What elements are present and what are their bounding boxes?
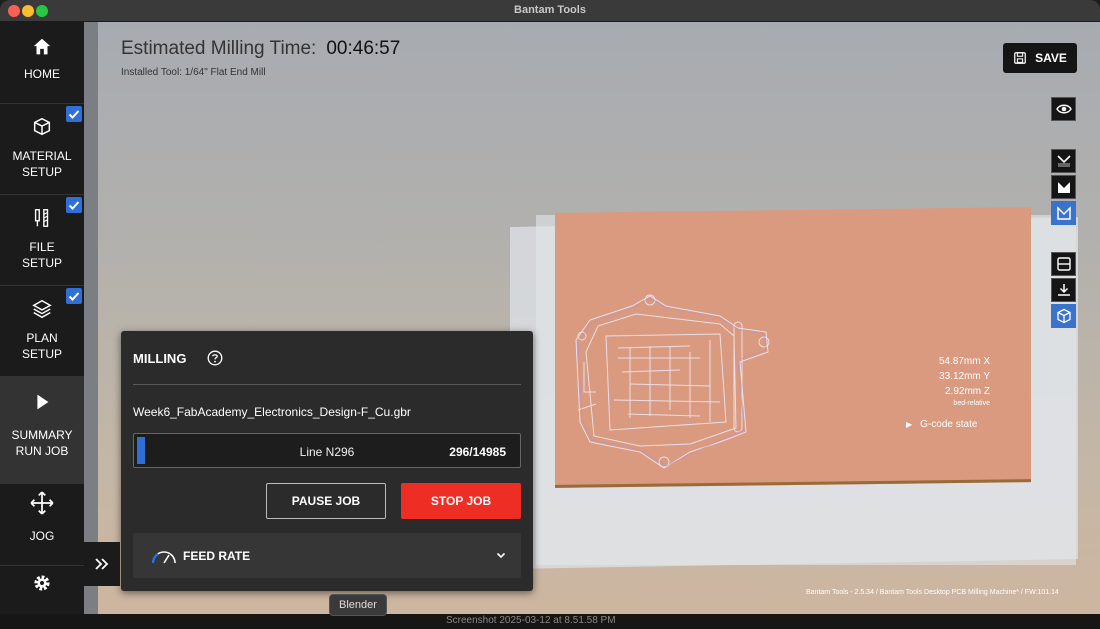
position-readout: 54.87mm X 33.12mm Y 2.92mm Z bed-relativ… bbox=[900, 354, 990, 409]
sidebar-item-label: FILE bbox=[29, 240, 55, 254]
sidebar-item-label: SUMMARY bbox=[11, 428, 73, 442]
coord-z: 2.92mm Z bbox=[944, 386, 990, 397]
pause-job-button[interactable]: PAUSE JOB bbox=[266, 483, 386, 519]
estimate-label: Estimated Milling Time: bbox=[121, 38, 317, 59]
check-icon bbox=[66, 106, 82, 122]
sidebar-item-label: SETUP bbox=[21, 256, 62, 270]
sidebar-item-settings[interactable] bbox=[0, 566, 84, 614]
check-icon bbox=[66, 288, 82, 304]
sidebar-item-label: PLAN bbox=[26, 331, 58, 345]
toolpath-mid-icon bbox=[1057, 182, 1070, 193]
pcb-toolpath bbox=[575, 294, 770, 469]
tool-bits-icon bbox=[34, 209, 49, 227]
milling-panel: MILLING Week6_FabAcademy_Electronics_Des… bbox=[121, 331, 533, 591]
double-chevron-right-icon bbox=[95, 558, 109, 570]
sidebar-item-label: MATERIAL bbox=[12, 149, 72, 163]
sidebar-item-file-setup[interactable]: FILE SETUP bbox=[0, 195, 84, 286]
dock-tooltip: Blender bbox=[329, 594, 387, 616]
app-window: Bantam Tools HOME MATERIAL SETUP FILE SE… bbox=[0, 0, 1100, 614]
gear-icon bbox=[34, 575, 50, 591]
panel-title: MILLING bbox=[133, 351, 187, 366]
feed-rate-label: FEED RATE bbox=[183, 549, 251, 563]
gcode-state-toggle[interactable]: ▶ G-code state bbox=[906, 419, 977, 430]
view-top-button[interactable] bbox=[1051, 278, 1076, 302]
help-icon[interactable] bbox=[207, 350, 223, 366]
save-label: SAVE bbox=[1035, 51, 1067, 65]
sidebar-item-plan-setup[interactable]: PLAN SETUP bbox=[0, 286, 84, 377]
coord-x: 54.87mm X bbox=[938, 356, 990, 367]
eye-icon bbox=[1055, 104, 1072, 114]
sidebar: HOME MATERIAL SETUP FILE SETUP PLAN SETU… bbox=[0, 22, 84, 614]
move-arrows-icon bbox=[30, 491, 54, 515]
triangle-right-icon: ▶ bbox=[906, 420, 913, 429]
view-toolpath-mid-button[interactable] bbox=[1051, 175, 1076, 199]
check-icon bbox=[66, 197, 82, 213]
sidebar-item-label: SETUP bbox=[21, 165, 62, 179]
visibility-toggle-button[interactable] bbox=[1051, 97, 1076, 121]
sidebar-item-label: JOG bbox=[29, 529, 55, 543]
toolpath-all-icon bbox=[1056, 206, 1071, 220]
toolpath-top-icon bbox=[1056, 155, 1071, 167]
feed-rate-section[interactable]: FEED RATE bbox=[133, 533, 521, 578]
download-view-icon bbox=[1057, 284, 1070, 296]
coord-y: 33.12mm Y bbox=[939, 371, 990, 382]
speedometer-icon bbox=[151, 551, 176, 564]
progress-count: 296/14985 bbox=[449, 445, 506, 459]
expand-panel-button[interactable] bbox=[84, 542, 120, 586]
sidebar-item-label: RUN JOB bbox=[15, 444, 69, 458]
gcode-state-label: G-code state bbox=[920, 419, 978, 430]
material-icon bbox=[33, 117, 51, 136]
chevron-down-icon bbox=[496, 552, 506, 559]
stop-job-button[interactable]: STOP JOB bbox=[401, 483, 521, 519]
panel-divider bbox=[133, 384, 521, 385]
sidebar-item-label: SETUP bbox=[21, 347, 62, 361]
version-footer: Bantam Tools - 2.5.34 / Bantam Tools Des… bbox=[806, 589, 1059, 596]
sidebar-item-home[interactable]: HOME bbox=[0, 22, 84, 104]
installed-tool: Installed Tool: 1/64" Flat End Mill bbox=[121, 67, 266, 78]
view-front-button[interactable] bbox=[1051, 252, 1076, 276]
sidebar-item-jog[interactable]: JOG bbox=[0, 484, 84, 566]
sidebar-item-label: HOME bbox=[24, 67, 60, 81]
view-toolpath-top-button[interactable] bbox=[1051, 149, 1076, 173]
window-title: Bantam Tools bbox=[514, 4, 586, 16]
floppy-disk-icon bbox=[1014, 52, 1026, 64]
cube-icon bbox=[1056, 308, 1071, 324]
save-button[interactable]: SAVE bbox=[1003, 43, 1077, 73]
estimated-milling-time: Estimated Milling Time: 00:46:57 bbox=[121, 38, 400, 60]
estimate-value: 00:46:57 bbox=[326, 38, 401, 59]
coord-note: bed-relative bbox=[953, 400, 990, 407]
stack-icon bbox=[32, 299, 52, 319]
sidebar-item-material-setup[interactable]: MATERIAL SETUP bbox=[0, 104, 84, 195]
dock-screenshot-label: Screenshot 2025-03-12 at 8.51.58 PM bbox=[446, 615, 616, 626]
sidebar-item-summary-run-job[interactable]: SUMMARY RUN JOB bbox=[0, 377, 84, 484]
play-icon bbox=[37, 394, 49, 410]
job-filename: Week6_FabAcademy_Electronics_Design-F_Cu… bbox=[133, 405, 411, 419]
home-icon bbox=[33, 38, 51, 55]
dock-strip: Screenshot 2025-03-12 at 8.51.58 PM bbox=[0, 614, 1100, 629]
viewport-edge bbox=[84, 22, 98, 614]
title-bar: Bantam Tools bbox=[0, 0, 1100, 22]
view-3d-button[interactable] bbox=[1051, 304, 1076, 328]
job-progress-bar: Line N296 296/14985 bbox=[133, 433, 521, 468]
view-toolpath-all-button[interactable] bbox=[1051, 201, 1076, 225]
front-view-icon bbox=[1056, 257, 1071, 271]
